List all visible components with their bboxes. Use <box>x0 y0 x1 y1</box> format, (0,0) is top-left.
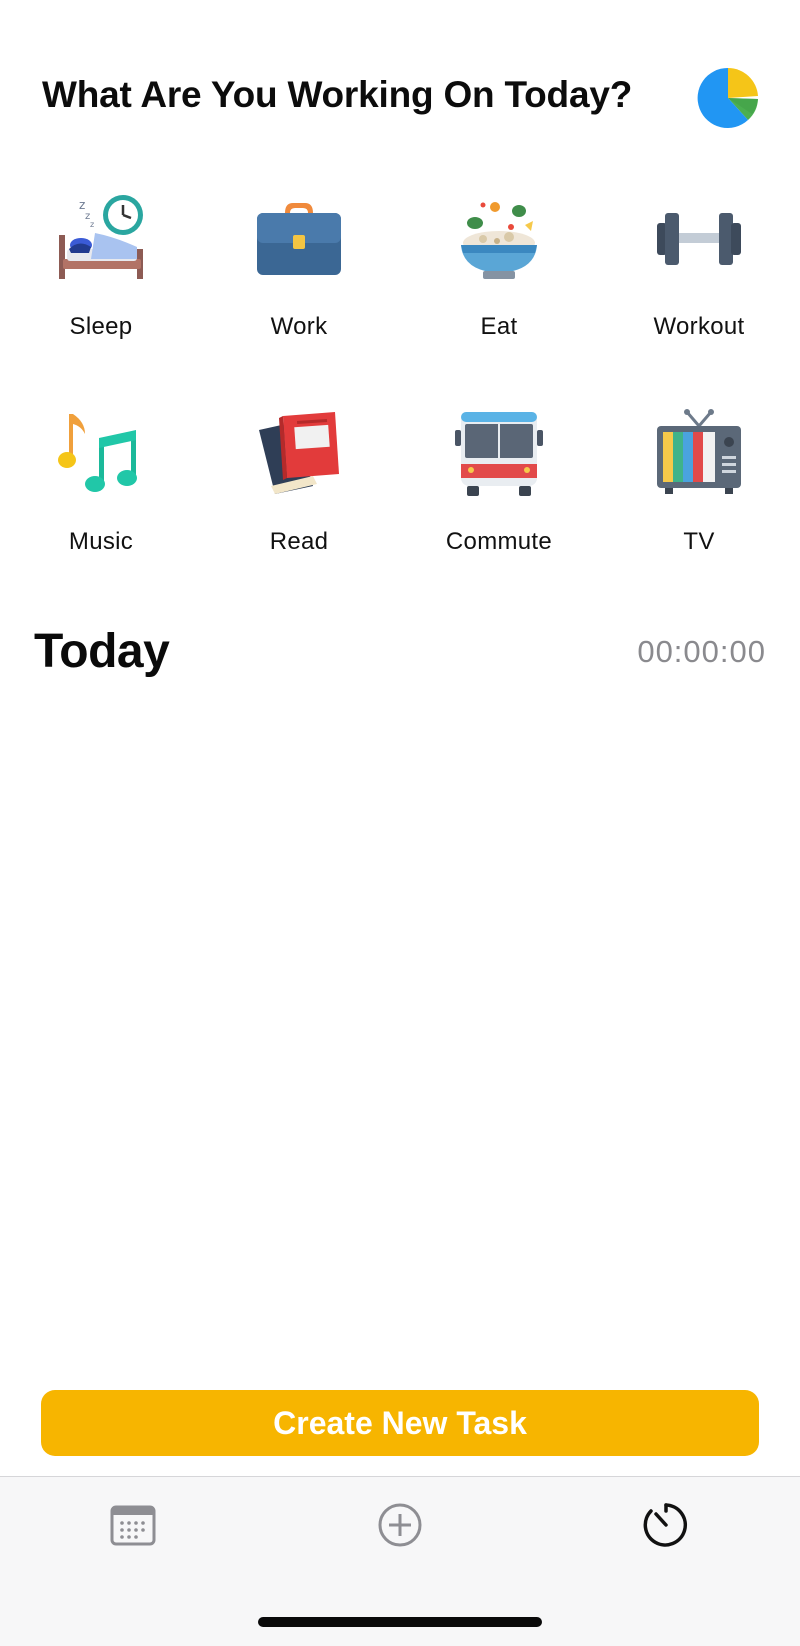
category-read[interactable]: Read <box>198 400 400 600</box>
category-label: Commute <box>445 528 553 555</box>
category-label: Eat <box>480 313 518 340</box>
music-notes-icon <box>55 408 147 500</box>
svg-text:z: z <box>90 220 94 229</box>
category-label: Music <box>68 528 134 555</box>
create-task-button[interactable]: Create New Task <box>41 1390 759 1456</box>
category-sleep[interactable]: z z z Sleep <box>0 185 202 385</box>
category-music[interactable]: Music <box>0 400 202 600</box>
timer-icon <box>643 1503 687 1547</box>
header: What Are You Working On Today? <box>0 60 800 140</box>
stats-button[interactable] <box>696 66 760 130</box>
category-tv[interactable]: TV <box>598 400 800 600</box>
tv-icon <box>653 408 745 500</box>
today-section: Today 00:00:00 <box>0 620 800 690</box>
plus-circle-icon <box>378 1503 422 1547</box>
tab-timer[interactable] <box>636 1495 696 1555</box>
today-title: Today <box>34 625 170 678</box>
svg-text:z: z <box>79 198 85 212</box>
salad-bowl-icon <box>453 193 545 285</box>
category-label: Work <box>270 313 328 340</box>
dumbbell-icon <box>653 193 745 285</box>
category-label: Workout <box>653 313 745 340</box>
briefcase-icon <box>253 193 345 285</box>
category-eat[interactable]: Eat <box>398 185 600 385</box>
sleep-bed-clock-icon: z z z <box>55 193 147 285</box>
category-workout[interactable]: Workout <box>598 185 800 385</box>
category-label: Sleep <box>69 313 133 340</box>
today-total-time: 00:00:00 <box>637 634 766 669</box>
pie-chart-icon <box>697 67 758 128</box>
category-label: Read <box>269 528 329 555</box>
page-title: What Are You Working On Today? <box>42 74 633 115</box>
category-commute[interactable]: Commute <box>398 400 600 600</box>
bus-icon <box>453 408 545 500</box>
home-indicator <box>258 1617 542 1627</box>
tab-add[interactable] <box>370 1495 430 1555</box>
tab-calendar[interactable] <box>103 1495 163 1555</box>
books-icon <box>253 408 345 500</box>
category-label: TV <box>683 528 715 555</box>
calendar-icon <box>110 1505 156 1546</box>
category-work[interactable]: Work <box>198 185 400 385</box>
